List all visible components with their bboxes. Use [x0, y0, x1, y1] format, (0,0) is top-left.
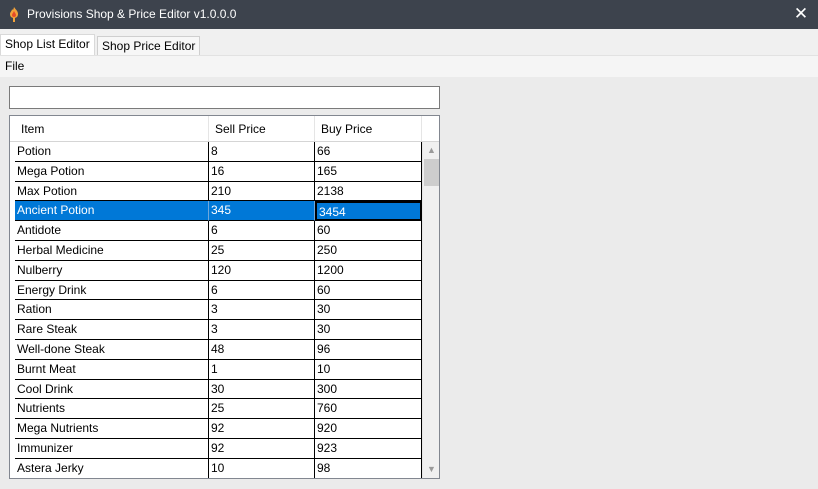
cell-sell-price[interactable]: 92 [209, 438, 315, 459]
cell-sell-price[interactable]: 345 [209, 201, 315, 222]
cell-buy-price[interactable]: 98 [315, 458, 422, 478]
cell-sell-price[interactable]: 48 [209, 339, 315, 360]
cell-buy-price[interactable]: 30 [315, 320, 422, 340]
cell-item[interactable]: Herbal Medicine [15, 240, 209, 261]
vertical-scrollbar[interactable]: ▲ ▼ [422, 142, 439, 478]
chevron-down-icon[interactable]: ▼ [423, 461, 439, 478]
main-content: Item Sell Price Buy Price Potion 8 66 Mega … [0, 77, 818, 489]
cell-item[interactable]: Nutrients [15, 399, 209, 420]
table-row[interactable]: Burnt Meat 1 10 [15, 359, 422, 380]
grid-rows: Potion 8 66 Mega Potion 16 165 Max Potion 210 21… [15, 142, 422, 478]
table-row[interactable]: Ration 3 30 [15, 300, 422, 321]
cell-buy-price[interactable]: 66 [315, 142, 422, 162]
cell-item[interactable]: Nulberry [15, 260, 209, 281]
table-row[interactable]: Nutrients 25 760 [15, 399, 422, 420]
search-input[interactable] [9, 86, 440, 109]
table-row[interactable]: Herbal Medicine 25 250 [15, 240, 422, 261]
cell-buy-price[interactable]: 60 [315, 221, 422, 241]
cell-sell-price[interactable]: 120 [209, 260, 315, 281]
table-row[interactable]: Nulberry 120 1200 [15, 260, 422, 281]
table-row[interactable]: Immunizer 92 923 [15, 438, 422, 459]
cell-sell-price[interactable]: 6 [209, 221, 315, 241]
flame-icon [10, 7, 18, 22]
cell-buy-price[interactable]: 165 [315, 161, 422, 182]
cell-sell-price[interactable]: 25 [209, 399, 315, 420]
cell-item[interactable]: Ancient Potion [15, 201, 209, 222]
cell-buy-price[interactable]: 60 [315, 280, 422, 301]
cell-item[interactable]: Rare Steak [15, 320, 209, 340]
cell-item[interactable]: Cool Drink [15, 379, 209, 400]
cell-buy-price[interactable]: 923 [315, 438, 422, 459]
cell-sell-price[interactable]: 92 [209, 419, 315, 439]
cell-buy-price[interactable]: 760 [315, 399, 422, 420]
cell-sell-price[interactable]: 3 [209, 320, 315, 340]
window-title: Provisions Shop & Price Editor v1.0.0.0 [27, 7, 237, 21]
cell-sell-price[interactable]: 30 [209, 379, 315, 400]
cell-sell-price[interactable]: 210 [209, 181, 315, 202]
cell-buy-price[interactable]: 96 [315, 339, 422, 360]
cell-buy-price[interactable]: 30 [315, 300, 422, 321]
table-row[interactable]: Rare Steak 3 30 [15, 320, 422, 340]
tab-shop-list-editor[interactable]: Shop List Editor [0, 34, 95, 55]
table-row[interactable]: Well-done Steak 48 96 [15, 339, 422, 360]
cell-item[interactable]: Astera Jerky [15, 458, 209, 478]
column-header-item[interactable]: Item [15, 116, 209, 141]
cell-item[interactable]: Immunizer [15, 438, 209, 459]
column-header-sell-price[interactable]: Sell Price [209, 116, 315, 141]
scroll-thumb[interactable] [424, 159, 439, 186]
title-bar: Provisions Shop & Price Editor v1.0.0.0 … [0, 0, 818, 29]
cell-buy-price[interactable]: 3454 [315, 201, 422, 222]
grid-header: Item Sell Price Buy Price [10, 116, 439, 142]
menu-bar: File [0, 55, 818, 77]
cell-sell-price[interactable]: 10 [209, 458, 315, 478]
cell-buy-price[interactable]: 2138 [315, 181, 422, 202]
table-row[interactable]: Ancient Potion 345 3454 [15, 201, 422, 222]
cell-item[interactable]: Antidote [15, 221, 209, 241]
cell-item[interactable]: Mega Potion [15, 161, 209, 182]
cell-item[interactable]: Burnt Meat [15, 359, 209, 380]
column-header-buy-price[interactable]: Buy Price [315, 116, 422, 141]
chevron-up-icon[interactable]: ▲ [423, 142, 439, 159]
cell-sell-price[interactable]: 16 [209, 161, 315, 182]
close-button[interactable]: ✕ [784, 0, 818, 29]
cell-buy-price[interactable]: 250 [315, 240, 422, 261]
cell-buy-price[interactable]: 920 [315, 419, 422, 439]
cell-sell-price[interactable]: 8 [209, 142, 315, 162]
cell-buy-price[interactable]: 10 [315, 359, 422, 380]
table-row[interactable]: Cool Drink 30 300 [15, 379, 422, 400]
cell-sell-price[interactable]: 1 [209, 359, 315, 380]
menu-file[interactable]: File [5, 59, 24, 73]
tab-strip: Shop List Editor Shop Price Editor [0, 29, 818, 55]
price-grid[interactable]: Item Sell Price Buy Price Potion 8 66 Mega … [9, 115, 440, 479]
table-row[interactable]: Astera Jerky 10 98 [15, 458, 422, 478]
tab-shop-price-editor[interactable]: Shop Price Editor [97, 36, 201, 55]
cell-item[interactable]: Energy Drink [15, 280, 209, 301]
table-row[interactable]: Potion 8 66 [15, 142, 422, 162]
cell-item[interactable]: Well-done Steak [15, 339, 209, 360]
cell-buy-price[interactable]: 1200 [315, 260, 422, 281]
cell-item[interactable]: Potion [15, 142, 209, 162]
cell-sell-price[interactable]: 25 [209, 240, 315, 261]
table-row[interactable]: Energy Drink 6 60 [15, 280, 422, 301]
cell-buy-price[interactable]: 300 [315, 379, 422, 400]
table-row[interactable]: Mega Nutrients 92 920 [15, 419, 422, 439]
cell-sell-price[interactable]: 3 [209, 300, 315, 321]
table-row[interactable]: Antidote 6 60 [15, 221, 422, 241]
cell-item[interactable]: Ration [15, 300, 209, 321]
table-row[interactable]: Max Potion 210 2138 [15, 181, 422, 202]
cell-sell-price[interactable]: 6 [209, 280, 315, 301]
table-row[interactable]: Mega Potion 16 165 [15, 161, 422, 182]
cell-item[interactable]: Max Potion [15, 181, 209, 202]
cell-item[interactable]: Mega Nutrients [15, 419, 209, 439]
